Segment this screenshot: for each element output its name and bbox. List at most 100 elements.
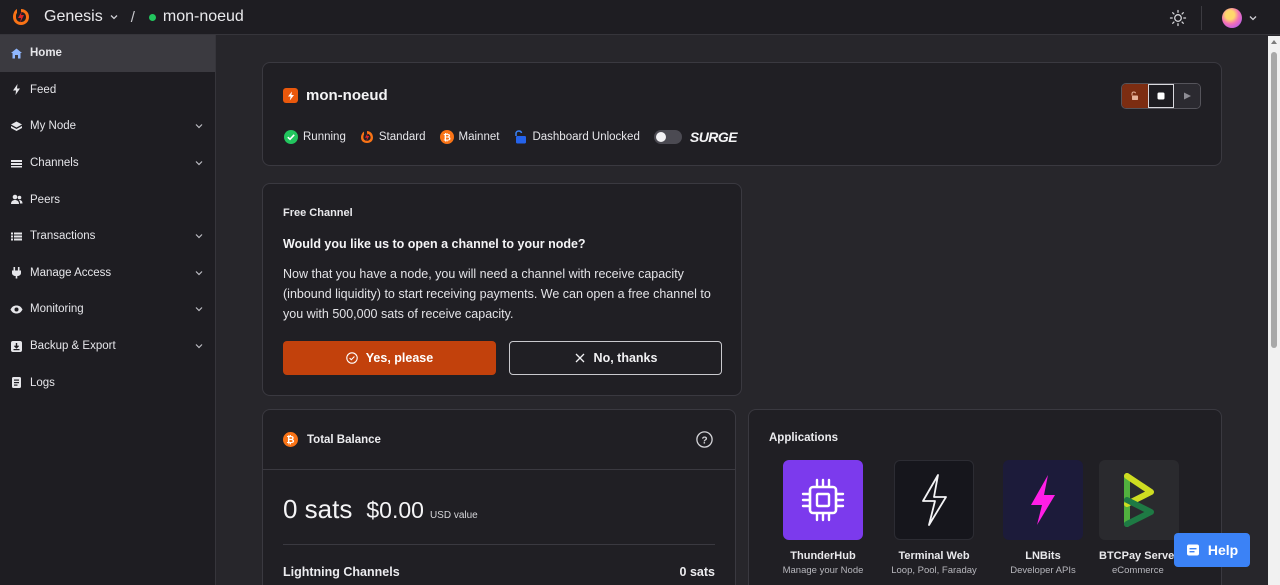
- sidebar-item-channels[interactable]: Channels: [0, 145, 215, 182]
- voltage-flame-icon: [360, 130, 374, 144]
- divider: [283, 544, 715, 545]
- bolt-icon: [283, 88, 298, 103]
- app-subtitle: Loop, Pool, Faraday: [891, 565, 977, 576]
- workspace-selector[interactable]: Genesis: [44, 8, 119, 26]
- sidebar-item-backup-export[interactable]: Backup & Export: [0, 328, 215, 365]
- app-terminal-web[interactable]: Terminal Web Loop, Pool, Faraday: [884, 460, 984, 576]
- sidebar-item-label: Feed: [30, 83, 57, 96]
- app-btcpay-server[interactable]: BTCPay Server eCommerce: [1099, 460, 1179, 576]
- decline-free-channel-button[interactable]: No, thanks: [509, 341, 722, 375]
- chevron-down-icon: [195, 307, 203, 312]
- question-circle-icon[interactable]: ?: [696, 431, 713, 448]
- topbar-divider: [1201, 5, 1202, 30]
- balance-header: ₿ Total Balance: [283, 432, 381, 447]
- balance-sats: 0 sats: [283, 494, 353, 524]
- status-mainnet: ₿ Mainnet: [439, 130, 499, 144]
- sidebar-item-label: Transactions: [30, 230, 96, 243]
- sidebar-item-label: Manage Access: [30, 266, 112, 279]
- list-icon: [10, 230, 23, 243]
- download-icon: [10, 340, 23, 353]
- surge-logo: SURGE: [689, 129, 738, 145]
- breadcrumb-node[interactable]: mon-noeud: [148, 8, 244, 26]
- status-running: Running: [284, 130, 346, 144]
- chevron-down-icon: [110, 15, 118, 20]
- users-icon: [10, 193, 23, 206]
- surge-toggle[interactable]: [653, 130, 682, 144]
- lightning-channels-label: Lightning Channels: [283, 565, 400, 579]
- sidebar-item-my-node[interactable]: My Node: [0, 108, 215, 145]
- eye-icon: [10, 303, 23, 316]
- play-icon: [1184, 92, 1191, 100]
- plug-icon: [10, 266, 23, 279]
- sidebar-item-label: Monitoring: [30, 303, 84, 316]
- sidebar-item-feed[interactable]: Feed: [0, 72, 215, 109]
- check-circle-icon: [346, 352, 358, 364]
- breadcrumb-separator: /: [130, 8, 135, 26]
- chevron-down-icon: [195, 124, 203, 129]
- status-standard: Standard: [360, 130, 426, 144]
- help-button[interactable]: Help: [1174, 533, 1250, 567]
- scroll-up-arrow-icon[interactable]: [1271, 40, 1277, 44]
- theme-toggle-sun-icon[interactable]: [1169, 9, 1187, 27]
- cube-icon: [10, 120, 23, 133]
- status-standard-label: Standard: [378, 131, 426, 143]
- total-balance-card: ₿ Total Balance ? 0 sats $0.00 USD value…: [262, 409, 736, 585]
- node-status-row: Running Standard ₿ Mainnet Dashboard Unl…: [284, 129, 738, 145]
- sidebar-item-manage-access[interactable]: Manage Access: [0, 255, 215, 292]
- sidebar: Home Feed My Node Channels Peers Transac…: [0, 35, 216, 585]
- sidebar-item-label: Peers: [30, 193, 61, 206]
- sidebar-item-peers[interactable]: Peers: [0, 181, 215, 218]
- balance-title: Total Balance: [307, 433, 381, 446]
- balance-usd: $0.00: [366, 497, 424, 523]
- sidebar-item-label: Channels: [30, 157, 79, 170]
- unlock-icon: [1131, 91, 1138, 100]
- node-control-group: [1121, 83, 1201, 109]
- top-bar: Genesis / mon-noeud: [0, 0, 1280, 35]
- applications-title: Applications: [769, 432, 839, 444]
- voltage-logo-icon[interactable]: [11, 7, 31, 27]
- status-dashboard-label: Dashboard Unlocked: [532, 131, 640, 143]
- node-summary-card: mon-noeud Running Standard ₿ Mainnet Das…: [262, 62, 1222, 166]
- node-status-dot: [148, 13, 156, 21]
- stop-node-button[interactable]: [1148, 84, 1174, 108]
- chevron-down-icon: [195, 234, 203, 239]
- chevron-down-icon: [195, 161, 203, 166]
- free-channel-label: Free Channel: [283, 207, 353, 219]
- divider: [263, 469, 735, 470]
- chat-icon: [1186, 544, 1199, 556]
- lightning-channels-value: 0 sats: [679, 565, 715, 579]
- sidebar-item-logs[interactable]: Logs: [0, 364, 215, 401]
- channels-icon: [10, 157, 23, 170]
- node-title: mon-noeud: [283, 87, 388, 104]
- user-avatar[interactable]: [1222, 7, 1242, 28]
- bitcoin-icon: ₿: [283, 432, 298, 447]
- check-circle-icon: [284, 130, 298, 144]
- start-node-button[interactable]: [1174, 84, 1200, 108]
- chevron-down-icon[interactable]: [1248, 13, 1258, 23]
- sidebar-item-transactions[interactable]: Transactions: [0, 218, 215, 255]
- unlock-node-button[interactable]: [1122, 84, 1148, 108]
- app-name: ThunderHub: [790, 550, 856, 562]
- applications-card: Applications ThunderHub Manage your Node…: [748, 409, 1222, 585]
- sidebar-item-label: My Node: [30, 120, 77, 133]
- close-icon: [574, 352, 586, 364]
- help-button-label: Help: [1207, 542, 1239, 558]
- app-name: LNBits: [1025, 550, 1061, 562]
- terminal-bolt-icon: [894, 460, 974, 540]
- main-scrollbar[interactable]: [1268, 36, 1280, 585]
- app-subtitle: Developer APIs: [1010, 565, 1076, 576]
- sidebar-item-label: Home: [30, 47, 62, 60]
- unlock-icon: [513, 130, 527, 144]
- sidebar-item-label: Backup & Export: [30, 340, 116, 353]
- sidebar-item-home[interactable]: Home: [0, 35, 215, 72]
- accept-free-channel-button[interactable]: Yes, please: [283, 341, 496, 375]
- scrollbar-thumb[interactable]: [1271, 52, 1277, 348]
- sidebar-item-monitoring[interactable]: Monitoring: [0, 291, 215, 328]
- app-thunderhub[interactable]: ThunderHub Manage your Node: [773, 460, 873, 576]
- app-subtitle: eCommerce: [1112, 565, 1164, 576]
- app-lnbits[interactable]: LNBits Developer APIs: [993, 460, 1093, 576]
- workspace-name: Genesis: [44, 8, 103, 25]
- chevron-down-icon: [195, 344, 203, 349]
- svg-text:₿: ₿: [443, 132, 451, 143]
- thunderhub-icon: [783, 460, 863, 540]
